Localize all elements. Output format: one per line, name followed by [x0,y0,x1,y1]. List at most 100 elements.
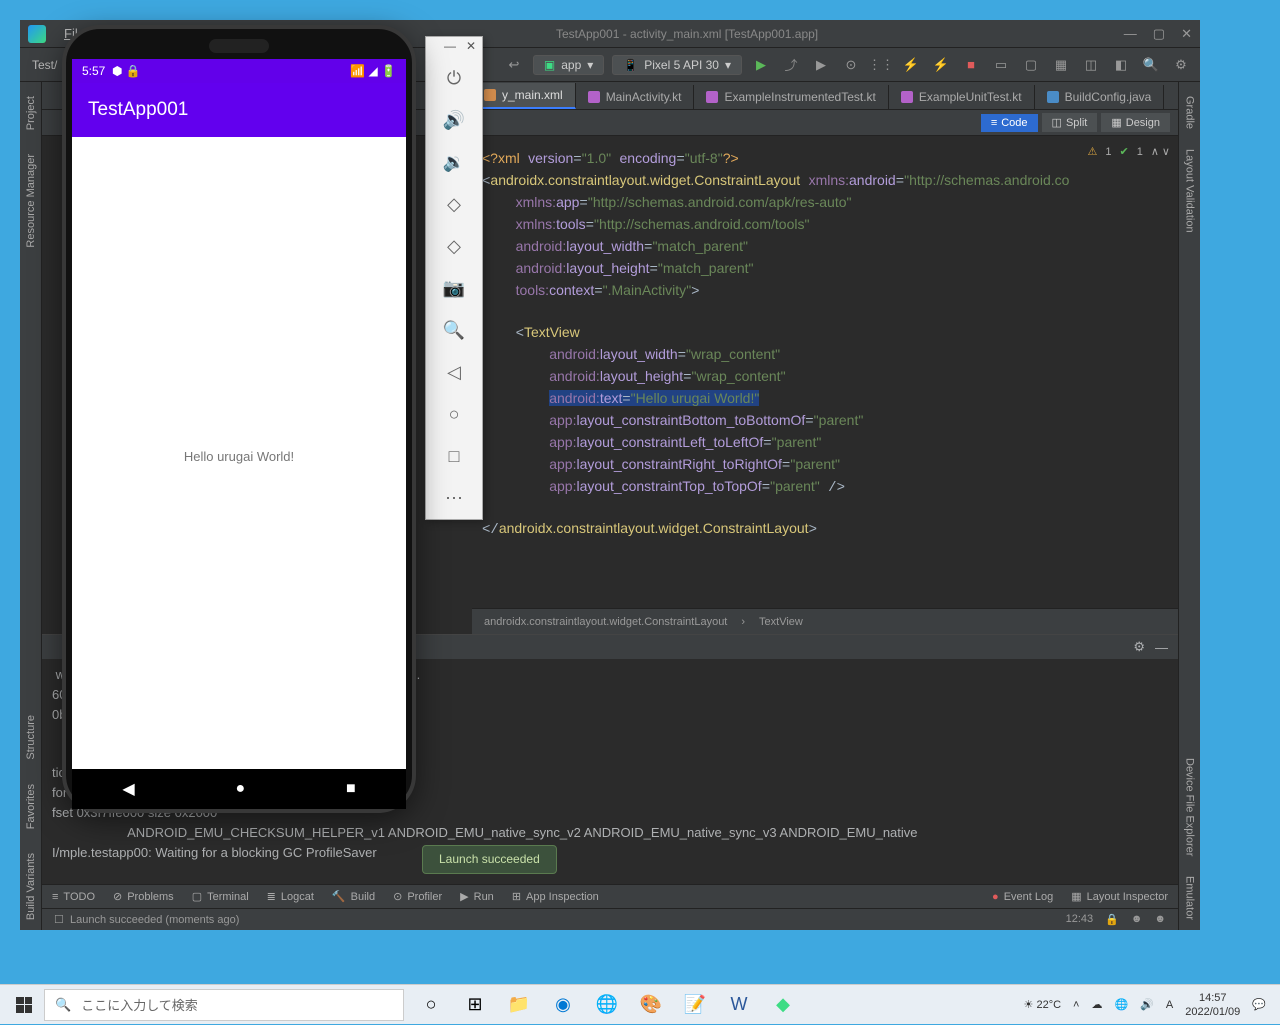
layout2-icon[interactable]: ◫ [1080,54,1102,76]
minimize-icon[interactable]: — [1124,26,1137,42]
run-config-selector[interactable]: ▣app▾ [533,55,604,75]
tray-notifications-icon[interactable]: 💬 [1252,998,1266,1011]
tray-volume-icon[interactable]: 🔊 [1140,998,1154,1011]
emu-volume-up-icon[interactable]: 🔊 [426,99,482,141]
tool-logcat[interactable]: ≣ Logcat [267,890,314,903]
tool-problems[interactable]: ⊘ Problems [113,890,174,903]
layout3-icon[interactable]: ◧ [1110,54,1132,76]
tool-build[interactable]: 🔨 Build [332,890,375,903]
avd-icon[interactable]: ▭ [990,54,1012,76]
task-notes-icon[interactable]: 📝 [674,985,716,1025]
sdk-icon[interactable]: ▢ [1020,54,1042,76]
tool-terminal[interactable]: ▢ Terminal [192,890,249,903]
task-android-studio-icon[interactable]: ◆ [762,985,804,1025]
android-nav-bar: ◀ ● ■ [72,769,406,809]
tab-main-activity[interactable]: MainActivity.kt [576,85,695,109]
tool-profiler[interactable]: ⊙ Profiler [393,890,442,903]
emulator-device: 5:57 ⬢ 🔒 📶 ◢ 🔋 TestApp001 Hello urugai W… [62,25,416,813]
profile-icon[interactable]: ⊙ [840,54,862,76]
sync-icon[interactable]: ↩ [503,54,525,76]
emu-zoom-icon[interactable]: 🔍 [426,309,482,351]
tray-network-icon[interactable]: 🌐 [1114,998,1128,1011]
task-chrome-icon[interactable]: 🌐 [586,985,628,1025]
task-paint-icon[interactable]: 🎨 [630,985,672,1025]
tab-example-instrumented[interactable]: ExampleInstrumentedTest.kt [694,85,888,109]
emu-home-icon[interactable]: ○ [426,393,482,435]
tool-resource-manager[interactable]: Resource Manager [23,144,39,258]
debug-icon[interactable]: ⤴ [780,54,802,76]
tab-example-unit[interactable]: ExampleUnitTest.kt [889,85,1035,109]
phone-notch [209,39,269,53]
nav-back-icon[interactable]: ◀ [122,779,134,799]
apply-code-icon[interactable]: ⚡ [930,54,952,76]
task-explorer-icon[interactable]: 📁 [498,985,540,1025]
tool-run[interactable]: ▶ Run [460,890,494,903]
emu-overview-icon[interactable]: □ [426,435,482,477]
tool-layout-validation[interactable]: Layout Validation [1182,139,1198,243]
tab-activity-main[interactable]: y_main.xml [472,83,576,109]
emu-rotate-right-icon[interactable]: ◇ [426,225,482,267]
tab-build-config[interactable]: BuildConfig.java [1035,85,1165,109]
tool-app-inspection[interactable]: ⊞ App Inspection [512,890,599,903]
tool-event-log[interactable]: ● Event Log [992,891,1053,903]
emu-rotate-left-icon[interactable]: ◇ [426,183,482,225]
tray-onedrive-icon[interactable]: ☁ [1091,998,1102,1011]
nav-recent-icon[interactable]: ■ [346,780,356,798]
settings-icon[interactable]: ⚙ [1170,54,1192,76]
status-message: Launch succeeded (moments ago) [70,914,239,926]
emu-minimize-icon[interactable]: — [444,39,456,55]
hide-icon[interactable]: — [1155,640,1168,655]
emulator-toolbar: — ✕ ⏻ 🔊 🔉 ◇ ◇ 📷 🔍 ◁ ○ □ ⋯ [425,36,483,520]
layout-icon[interactable]: ▦ [1050,54,1072,76]
emu-volume-down-icon[interactable]: 🔉 [426,141,482,183]
view-split-btn[interactable]: ◫ Split [1042,113,1098,132]
taskbar-clock[interactable]: 14:572022/01/09 [1185,991,1240,1019]
run-icon[interactable]: ▶ [750,54,772,76]
code-content[interactable]: <?xml version="1.0" encoding="utf-8"?> <… [472,136,1178,604]
nav-home-icon[interactable]: ● [235,780,245,798]
task-cortana-icon[interactable]: ○ [410,985,452,1025]
tool-layout-inspector[interactable]: ▦ Layout Inspector [1071,890,1168,903]
weather-widget[interactable]: ☀ 22°C [1024,998,1062,1011]
close-icon[interactable]: ✕ [1181,26,1192,42]
tool-structure[interactable]: Structure [23,705,39,770]
task-taskview-icon[interactable]: ⊞ [454,985,496,1025]
lock-icon[interactable]: 🔒 [1105,913,1119,926]
android-status-bar: 5:57 ⬢ 🔒 📶 ◢ 🔋 [72,59,406,83]
tool-todo[interactable]: ≡ TODO [52,891,95,903]
emu-close-icon[interactable]: ✕ [466,39,476,55]
tool-emulator[interactable]: Emulator [1182,866,1198,930]
face1-icon[interactable]: ☻ [1131,913,1143,926]
device-selector[interactable]: 📱Pixel 5 API 30▾ [612,55,742,75]
tool-device-file-explorer[interactable]: Device File Explorer [1182,748,1198,866]
attach-debugger-icon[interactable]: ⋮⋮ [870,54,892,76]
start-button[interactable] [4,985,44,1025]
caret-position: 12:43 [1066,913,1094,926]
inspection-summary[interactable]: ⚠1 ✔1 ∧ ∨ [1087,145,1170,158]
view-code-btn[interactable]: ≡ Code [981,114,1038,132]
maximize-icon[interactable]: ▢ [1153,26,1165,42]
coverage-icon[interactable]: ▶ [810,54,832,76]
tool-favorites[interactable]: Favorites [23,774,39,839]
system-tray: ☀ 22°C ˄ ☁ 🌐 🔊 A 14:572022/01/09 💬 [1014,991,1276,1019]
emu-more-icon[interactable]: ⋯ [426,477,482,519]
tool-gradle[interactable]: Gradle [1182,86,1198,139]
task-edge-icon[interactable]: ◉ [542,985,584,1025]
task-word-icon[interactable]: W [718,985,760,1025]
tray-ime-icon[interactable]: A [1166,999,1173,1011]
apply-changes-icon[interactable]: ⚡ [900,54,922,76]
tray-chevron-icon[interactable]: ˄ [1073,999,1079,1011]
view-design-btn[interactable]: ▦ Design [1101,113,1170,132]
tool-build-variants[interactable]: Build Variants [23,843,39,930]
tool-project[interactable]: Project [23,86,39,140]
gear-icon[interactable]: ⚙ [1133,639,1145,655]
emu-screenshot-icon[interactable]: 📷 [426,267,482,309]
stop-icon[interactable]: ■ [960,54,982,76]
emu-power-icon[interactable]: ⏻ [426,57,482,99]
phone-screen[interactable]: 5:57 ⬢ 🔒 📶 ◢ 🔋 TestApp001 Hello urugai W… [72,59,406,775]
face2-icon[interactable]: ☻ [1154,913,1166,926]
editor-breadcrumb[interactable]: androidx.constraintlayout.widget.Constra… [472,608,1178,634]
search-icon[interactable]: 🔍 [1140,54,1162,76]
emu-back-icon[interactable]: ◁ [426,351,482,393]
taskbar-search[interactable]: 🔍 ここに入力して検索 [44,989,404,1021]
